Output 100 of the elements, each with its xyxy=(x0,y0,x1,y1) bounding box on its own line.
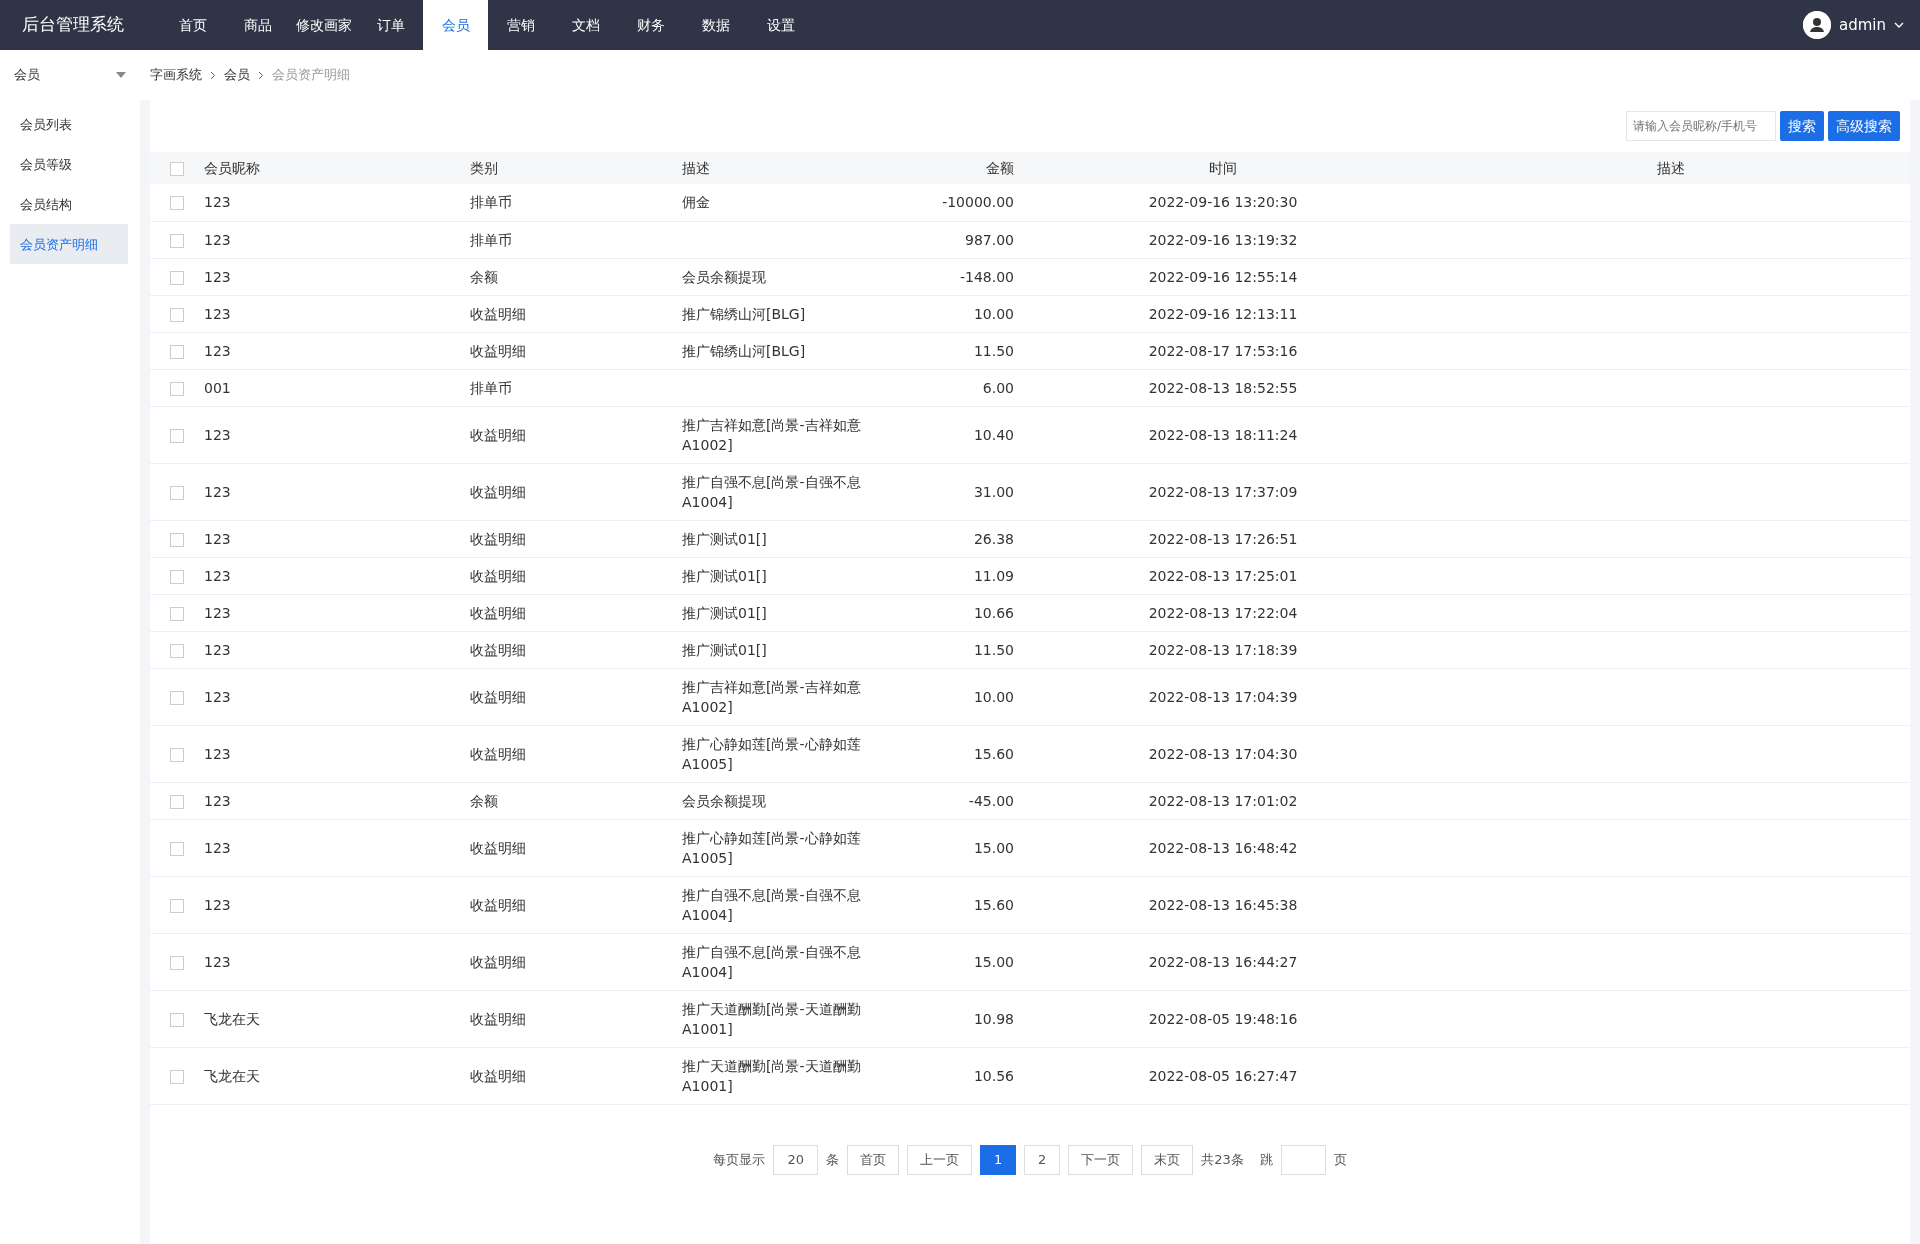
column-header: 金额 xyxy=(986,159,1014,176)
row-checkbox[interactable] xyxy=(170,1069,184,1084)
table-cell: 123 xyxy=(204,792,231,809)
table-cell: 收益明细 xyxy=(470,483,526,500)
table-cell: 2022-08-05 16:27:47 xyxy=(1148,1067,1298,1084)
sidebar-item[interactable]: 会员资产明细 xyxy=(10,224,128,264)
row-checkbox[interactable] xyxy=(170,233,184,248)
table-cell: 收益明细 xyxy=(470,688,526,705)
search-field[interactable]: 请输入会员昵称/手机号 xyxy=(1626,111,1776,141)
per-page-field[interactable]: 20 xyxy=(773,1144,819,1175)
nav-tab[interactable]: 财务 xyxy=(618,0,683,50)
nav-tab[interactable]: 商品 xyxy=(225,0,290,50)
table-cell: 2022-08-17 17:53:16 xyxy=(1148,342,1298,359)
table-cell: 2022-08-13 18:52:55 xyxy=(1148,379,1298,396)
table-cell: 2022-08-13 16:45:38 xyxy=(1148,896,1298,913)
page-button[interactable]: 上一页 xyxy=(907,1144,973,1175)
table-cell-text: 推广锦绣山河[BLG] xyxy=(682,341,806,361)
table-cell: 2022-08-05 19:48:16 xyxy=(1148,1010,1298,1027)
advanced-search-button[interactable]: 高级搜索 xyxy=(1828,111,1900,141)
row-checkbox[interactable] xyxy=(170,794,184,809)
row-checkbox[interactable] xyxy=(170,955,184,970)
table-cell-text: 推广测试01[] xyxy=(682,566,767,586)
sidebar-item[interactable]: 会员列表 xyxy=(10,104,128,144)
nav-tab[interactable]: 订单 xyxy=(358,0,423,50)
table-cell: 11.09 xyxy=(973,567,1014,584)
table-cell: 2022-08-13 17:22:04 xyxy=(1148,604,1298,621)
row-checkbox[interactable] xyxy=(170,747,184,762)
avatar-icon[interactable] xyxy=(1803,11,1831,39)
table-cell-text: 推广测试01[] xyxy=(682,529,767,549)
table-cell: 2022-09-16 13:20:30 xyxy=(1148,194,1298,211)
username[interactable]: admin xyxy=(1839,13,1886,37)
table-cell: 2022-08-13 16:44:27 xyxy=(1148,953,1298,970)
row-checkbox[interactable] xyxy=(170,196,184,211)
column-header: 类别 xyxy=(470,159,498,176)
jump-page-field[interactable] xyxy=(1280,1144,1326,1175)
table-cell: 123 xyxy=(204,839,231,856)
table-cell-text: 推广测试01[] xyxy=(682,640,767,660)
row-checkbox[interactable] xyxy=(170,485,184,500)
table-cell: 123 xyxy=(204,953,231,970)
page-button[interactable]: 2 xyxy=(1024,1144,1061,1175)
nav-tab[interactable]: 首页 xyxy=(160,0,225,50)
per-page-label: 每页显示 xyxy=(713,1150,766,1169)
table-cell: 10.98 xyxy=(973,1010,1014,1027)
caret-icon[interactable] xyxy=(116,72,126,78)
jump-unit: 页 xyxy=(1333,1150,1347,1169)
nav-tab[interactable]: 营销 xyxy=(488,0,553,50)
row-checkbox[interactable] xyxy=(170,381,184,396)
table-cell: 123 xyxy=(204,641,231,658)
row-checkbox[interactable] xyxy=(170,569,184,584)
table-cell-text: 推广锦绣山河[BLG] xyxy=(682,304,806,324)
nav-tab[interactable]: 文档 xyxy=(553,0,618,50)
row-checkbox[interactable] xyxy=(170,606,184,621)
column-header: 会员昵称 xyxy=(204,159,260,176)
sidebar-section-title[interactable]: 会员 xyxy=(14,65,40,85)
nav-tab[interactable]: 修改画家 xyxy=(290,0,358,50)
row-checkbox[interactable] xyxy=(170,428,184,443)
table-cell: 15.00 xyxy=(973,953,1014,970)
row-checkbox[interactable] xyxy=(170,841,184,856)
row-checkbox[interactable] xyxy=(170,532,184,547)
table-cell: 2022-08-13 16:48:42 xyxy=(1148,839,1298,856)
chevron-down-icon[interactable] xyxy=(1894,21,1904,29)
nav-tab[interactable]: 数据 xyxy=(683,0,748,50)
page-button[interactable]: 首页 xyxy=(847,1144,900,1175)
table-cell: 收益明细 xyxy=(470,839,526,856)
nav-tab[interactable]: 会员 xyxy=(423,0,488,50)
row-checkbox[interactable] xyxy=(170,643,184,658)
table-cell-text: 会员余额提现 xyxy=(682,791,766,811)
table-cell: 123 xyxy=(204,231,231,248)
table-cell: 001 xyxy=(204,379,231,396)
table-cell: 飞龙在天 xyxy=(204,1067,260,1084)
sidebar-item[interactable]: 会员结构 xyxy=(10,184,128,224)
row-checkbox[interactable] xyxy=(170,690,184,705)
table-cell: 2022-08-13 17:26:51 xyxy=(1148,530,1298,547)
table-cell: 2022-08-13 17:25:01 xyxy=(1148,567,1298,584)
table-cell: -148.00 xyxy=(959,268,1014,285)
table-cell: 收益明细 xyxy=(470,567,526,584)
table-cell: 123 xyxy=(204,426,231,443)
breadcrumb-link[interactable]: 会员 xyxy=(224,65,250,85)
row-checkbox[interactable] xyxy=(170,1012,184,1027)
select-all-checkbox[interactable] xyxy=(170,161,184,176)
row-checkbox[interactable] xyxy=(170,270,184,285)
table-cell: 排单币 xyxy=(470,231,512,248)
page-button[interactable]: 下一页 xyxy=(1068,1144,1134,1175)
table-cell-text: 推广心静如莲[尚景-心静如莲A1005] xyxy=(682,828,862,868)
page-button[interactable]: 末页 xyxy=(1141,1144,1194,1175)
page-button[interactable]: 1 xyxy=(980,1144,1017,1175)
row-checkbox[interactable] xyxy=(170,898,184,913)
table-cell: 26.38 xyxy=(973,530,1014,547)
search-button[interactable]: 搜索 xyxy=(1780,111,1824,141)
row-checkbox[interactable] xyxy=(170,344,184,359)
row-checkbox[interactable] xyxy=(170,307,184,322)
sidebar-item[interactable]: 会员等级 xyxy=(10,144,128,184)
table-cell: 飞龙在天 xyxy=(204,1010,260,1027)
table-cell: 10.00 xyxy=(973,305,1014,322)
nav-tab[interactable]: 设置 xyxy=(748,0,813,50)
total-count: 共23条 xyxy=(1201,1150,1244,1169)
table-cell: -45.00 xyxy=(968,792,1014,809)
breadcrumb-link[interactable]: 字画系统 xyxy=(150,65,202,85)
table-cell: 987.00 xyxy=(965,231,1014,248)
column-header: 描述 xyxy=(682,159,710,176)
